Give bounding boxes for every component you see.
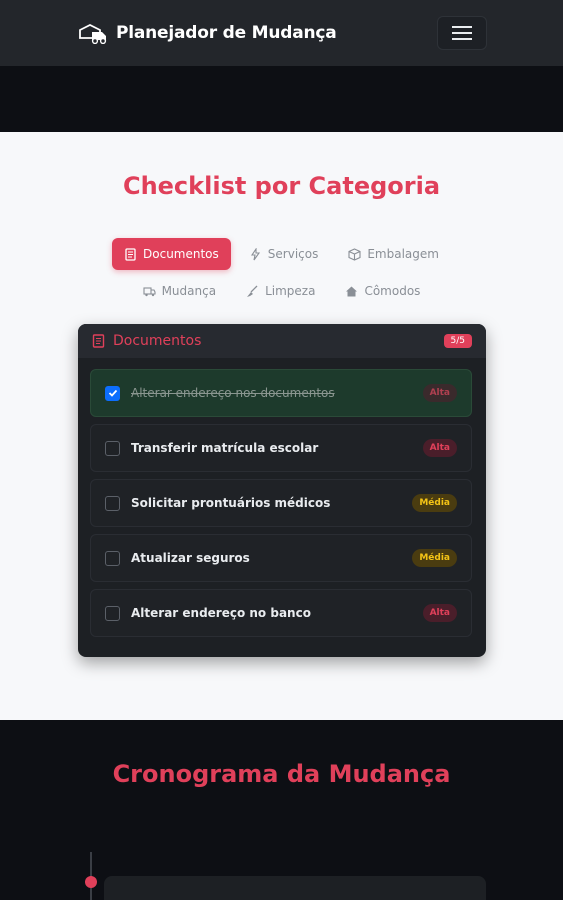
section-title: Checklist por Categoria — [122, 172, 441, 200]
navbar: Planejador de Mudança — [0, 0, 563, 66]
task-checkbox[interactable] — [105, 550, 120, 566]
tab-documentos[interactable]: Documentos — [112, 238, 231, 270]
card-title-text: Documentos — [113, 333, 202, 349]
tab-servicos[interactable]: Serviços — [237, 238, 331, 270]
home-icon — [346, 286, 358, 296]
task-item[interactable]: Alterar endereço nos documentos Alta — [90, 369, 472, 417]
broom-icon — [247, 285, 258, 297]
tab-label: Cômodos — [364, 284, 421, 298]
tab-comodos[interactable]: Cômodos — [333, 275, 432, 307]
task-checkbox[interactable] — [105, 385, 120, 401]
task-count-badge: 5/5 — [443, 334, 472, 348]
bolt-icon — [250, 247, 260, 260]
brand-name: Planejador de Mudança — [116, 23, 337, 43]
hero-bottom-band — [0, 66, 563, 132]
tab-label: Embalagem — [367, 247, 439, 261]
task-label: Solicitar prontuários médicos — [131, 496, 331, 510]
priority-badge: Média — [412, 549, 457, 567]
task-item[interactable]: Atualizar seguros Média — [90, 534, 472, 582]
hamburger-menu-icon — [452, 26, 472, 40]
brand[interactable]: Planejador de Mudança — [78, 22, 337, 44]
priority-badge: Média — [412, 494, 457, 512]
box-icon — [348, 247, 361, 261]
moving-truck-icon — [79, 23, 107, 44]
timeline-dot — [85, 876, 97, 888]
timeline-section: Cronograma da Mudança — [0, 720, 563, 900]
priority-badge: Alta — [422, 384, 457, 402]
checklist-section: Checklist por Categoria Documentos Servi… — [0, 132, 563, 720]
task-item[interactable]: Alterar endereço no banco Alta — [90, 589, 472, 637]
task-checkbox[interactable] — [105, 605, 120, 621]
task-label: Alterar endereço no banco — [131, 606, 311, 620]
task-checkbox[interactable] — [105, 440, 120, 456]
priority-badge: Alta — [422, 439, 457, 457]
task-label: Alterar endereço nos documentos — [131, 386, 335, 400]
check-icon — [108, 389, 117, 397]
section-title: Cronograma da Mudança — [112, 760, 451, 788]
card-title: Documentos — [92, 333, 201, 349]
truck-icon — [143, 286, 156, 296]
navbar-toggle-button[interactable] — [437, 16, 487, 50]
tab-limpeza[interactable]: Limpeza — [234, 275, 327, 307]
priority-badge: Alta — [422, 604, 457, 622]
tab-label: Serviços — [267, 247, 319, 261]
task-label: Atualizar seguros — [131, 551, 250, 565]
task-item[interactable]: Solicitar prontuários médicos Média — [90, 479, 472, 527]
task-item[interactable]: Transferir matrícula escolar Alta — [90, 424, 472, 472]
category-card: Documentos 5/5 Alterar endereço nos docu… — [78, 324, 486, 657]
task-checkbox[interactable] — [105, 495, 120, 511]
tab-label: Documentos — [143, 247, 219, 261]
category-tabs-row-2: Mudança Limpeza Cômodos — [0, 275, 563, 307]
document-icon — [125, 247, 136, 261]
document-icon — [92, 334, 105, 348]
tab-label: Mudança — [161, 284, 217, 298]
tab-embalagem[interactable]: Embalagem — [336, 238, 451, 270]
tab-mudanca[interactable]: Mudança — [131, 275, 229, 307]
card-header: Documentos 5/5 — [78, 324, 486, 358]
tab-label: Limpeza — [265, 284, 316, 298]
task-label: Transferir matrícula escolar — [131, 441, 319, 455]
timeline-card — [104, 876, 486, 900]
category-tabs-row-1: Documentos Serviços Embalagem — [0, 238, 563, 270]
